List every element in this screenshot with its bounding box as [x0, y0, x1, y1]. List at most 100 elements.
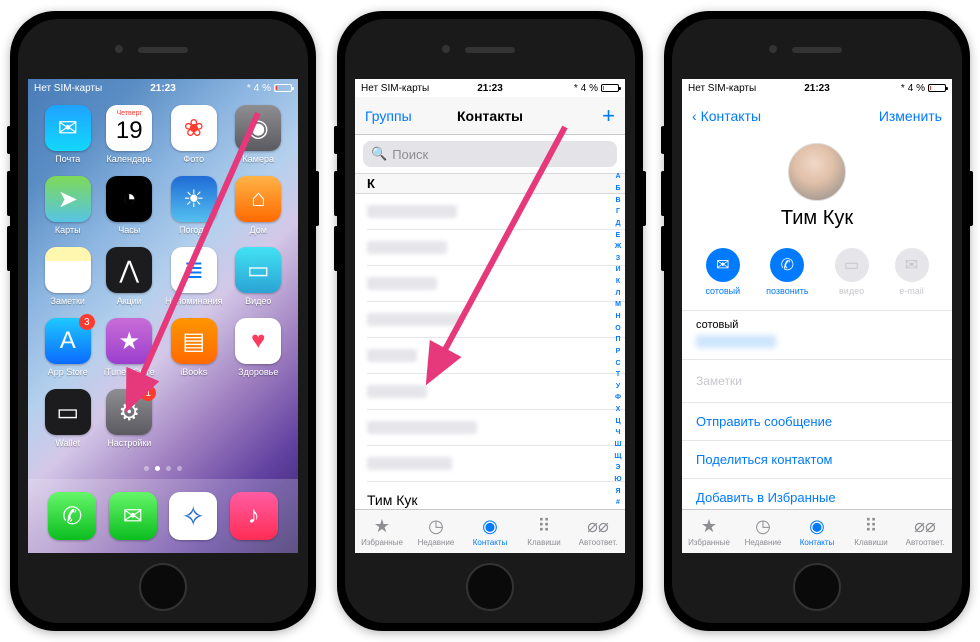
app-label: App Store [48, 367, 88, 377]
phone-field[interactable]: сотовый [682, 311, 952, 360]
app-wallet[interactable]: ▭Wallet [42, 389, 94, 448]
reminders-icon: ≣ [171, 247, 217, 293]
maps-icon: ➤ [45, 176, 91, 222]
tab-recents[interactable]: ◷Недавние [736, 510, 790, 553]
search-input[interactable]: 🔍 Поиск [363, 141, 617, 167]
notes-field[interactable]: Заметки [682, 360, 952, 403]
tab-keypad[interactable]: ⠿Клавиши [517, 510, 571, 553]
tab-contacts[interactable]: ◉Контакты [790, 510, 844, 553]
contact-row[interactable] [367, 302, 625, 338]
mail-icon: ✉ [895, 248, 929, 282]
app-label: Карты [55, 225, 81, 235]
clock-label: 21:23 [150, 83, 176, 94]
tab-keypad[interactable]: ⠿Клавиши [844, 510, 898, 553]
app-reminders[interactable]: ≣ Напоминания [165, 247, 222, 306]
dock-music[interactable]: ♪ [230, 492, 278, 540]
carrier-label: Нет SIM-карты [34, 83, 102, 94]
person-icon: ◉ [809, 517, 825, 537]
notes-icon [45, 247, 91, 293]
stocks-icon: ⋀ [106, 247, 152, 293]
app-label: Видео [245, 296, 271, 306]
photos-icon: ❀ [171, 105, 217, 151]
app-photos[interactable]: ❀ Фото [165, 105, 222, 164]
app-label: Фото [183, 154, 204, 164]
contact-row[interactable] [367, 446, 625, 482]
tabbar: ★Избранные ◷Недавние ◉Контакты ⠿Клавиши … [355, 509, 625, 553]
contact-row[interactable] [367, 374, 625, 410]
app-calendar[interactable]: Четверг19Календарь [104, 105, 156, 164]
clock-icon: ◷ [755, 517, 771, 537]
share-contact-link[interactable]: Поделиться контактом [682, 441, 952, 479]
clock-icon: ◔ [106, 176, 152, 222]
home-button[interactable] [466, 563, 514, 611]
dock: ✆ ✉✧ ♪ [28, 479, 298, 553]
weather-icon: ☀ [171, 176, 217, 222]
app-label: Погода [179, 225, 209, 235]
edit-button[interactable]: Изменить [879, 108, 942, 124]
page-indicator[interactable] [144, 466, 182, 471]
tab-favorites[interactable]: ★Избранные [682, 510, 736, 553]
app-home-app[interactable]: ⌂Дом [232, 176, 284, 235]
index-bar[interactable]: АБВГДЕЖЗИКЛМНОПРСТУФХЦЧШЩЭЮЯ# [612, 171, 624, 509]
app-maps[interactable]: ➤ Карты [42, 176, 94, 235]
video-button: ▭видео [835, 248, 869, 296]
app-label: Напоминания [165, 296, 222, 306]
app-label: Заметки [51, 296, 85, 306]
groups-button[interactable]: Группы [365, 108, 412, 124]
app-notes[interactable]: Заметки [42, 247, 94, 306]
navbar: Группы Контакты + [355, 97, 625, 135]
contact-name: Тим Кук [682, 207, 952, 230]
contact-row[interactable] [367, 338, 625, 374]
app-label: Часы [118, 225, 140, 235]
app-label: Дом [250, 225, 267, 235]
back-button[interactable]: ‹ Контакты [692, 108, 761, 124]
calendar-icon: Четверг19 [106, 105, 152, 151]
card-screen: Нет SIM-карты 21:23 * 4 % ‹ Контакты Изм… [682, 79, 952, 553]
phone-icon: ✆ [770, 248, 804, 282]
send-message-link[interactable]: Отправить сообщение [682, 403, 952, 441]
app-label: Почта [55, 154, 80, 164]
tab-favorites[interactable]: ★Избранные [355, 510, 409, 553]
voicemail-icon: ⌀⌀ [587, 517, 609, 537]
app-appstore[interactable]: A3App Store [42, 318, 94, 377]
app-stocks[interactable]: ⋀ Акции [104, 247, 156, 306]
phone-contacts: Нет SIM-карты 21:23 * 4 % Группы Контакт… [337, 11, 643, 631]
tab-voicemail[interactable]: ⌀⌀Автоответ. [571, 510, 625, 553]
wallet-icon: ▭ [45, 389, 91, 435]
contact-row[interactable] [367, 230, 625, 266]
app-label: iBooks [180, 367, 207, 377]
itunes-icon: ★ [106, 318, 152, 364]
home-button[interactable] [793, 563, 841, 611]
chat-icon: ✉ [706, 248, 740, 282]
dock-phone[interactable]: ✆ [48, 492, 96, 540]
person-icon: ◉ [482, 517, 498, 537]
section-header: К [355, 173, 625, 194]
app-camera[interactable]: ◉Камера [232, 105, 284, 164]
contact-row[interactable] [367, 194, 625, 230]
keypad-icon: ⠿ [537, 517, 550, 537]
app-itunes[interactable]: ★iTunes Store [104, 318, 156, 377]
app-clock[interactable]: ◔ Часы [104, 176, 156, 235]
add-button[interactable]: + [602, 103, 615, 129]
app-videos[interactable]: ▭ Видео [232, 247, 284, 306]
tab-recents[interactable]: ◷Недавние [409, 510, 463, 553]
dock-messages[interactable]: ✉ [109, 492, 157, 540]
app-weather[interactable]: ☀ Погода [165, 176, 222, 235]
app-mail[interactable]: ✉Почта [42, 105, 94, 164]
badge: 3 [79, 314, 95, 330]
message-button[interactable]: ✉сотовый [705, 248, 740, 296]
camera-icon: ◉ [235, 105, 281, 151]
contact-row[interactable] [367, 266, 625, 302]
app-label: Акции [117, 296, 142, 306]
dock-safari[interactable]: ✧ [169, 492, 217, 540]
tab-contacts[interactable]: ◉Контакты [463, 510, 517, 553]
contact-row[interactable] [367, 410, 625, 446]
tab-voicemail[interactable]: ⌀⌀Автоответ. [898, 510, 952, 553]
home-button[interactable] [139, 563, 187, 611]
clock-icon: ◷ [428, 517, 444, 537]
app-health[interactable]: ♥Здоровье [232, 318, 284, 377]
app-settings[interactable]: ⚙1Настройки [104, 389, 156, 448]
videos-icon: ▭ [235, 247, 281, 293]
call-button[interactable]: ✆позвонить [766, 248, 808, 296]
app-ibooks[interactable]: ▤iBooks [165, 318, 222, 377]
